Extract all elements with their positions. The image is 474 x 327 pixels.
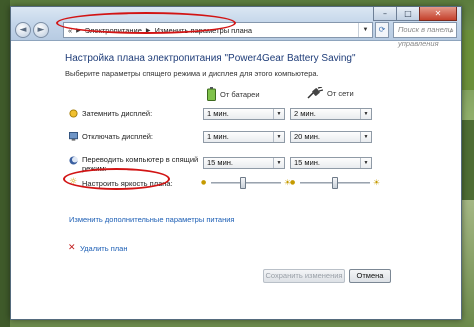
column-header-plugged: От сети	[307, 87, 354, 99]
select-value: 20 мин.	[294, 132, 320, 141]
close-button[interactable]: ✕	[419, 7, 457, 21]
column-header-battery: От батареи	[207, 87, 260, 101]
address-dropdown-icon[interactable]: ▼	[358, 23, 372, 37]
back-button[interactable]: ◄	[15, 22, 31, 38]
refresh-icon[interactable]: ⟳	[375, 22, 389, 38]
page-title: Настройка плана электропитания "Power4Ge…	[65, 53, 356, 64]
select-value: 15 мин.	[294, 158, 320, 167]
dim-plugged-select[interactable]: 2 мин. ▼	[290, 108, 372, 120]
chevron-down-icon: ▼	[360, 109, 371, 119]
brightness-battery-slider[interactable]: ● ☀	[201, 176, 291, 190]
chevron-down-icon: ▼	[360, 158, 371, 168]
dim-battery-select[interactable]: 1 мин. ▼	[203, 108, 285, 120]
breadcrumb-root-icon[interactable]: «	[68, 26, 72, 35]
sleep-plugged-select[interactable]: 15 мин. ▼	[290, 157, 372, 169]
desktop-block	[462, 30, 474, 90]
select-value: 1 мин.	[207, 132, 229, 141]
display-off-plugged-select[interactable]: 20 мин. ▼	[290, 131, 372, 143]
chevron-down-icon: ▼	[273, 109, 284, 119]
brightness-plugged-slider[interactable]: ● ☀	[290, 176, 380, 190]
setting-label: Переводить компьютер в спящий режим:	[82, 155, 199, 173]
advanced-settings-link[interactable]: Изменить дополнительные параметры питани…	[69, 215, 234, 224]
delete-plan-link[interactable]: Удалить план	[80, 244, 127, 253]
setting-label: Настроить яркость плана:	[82, 179, 173, 188]
slider-thumb[interactable]	[332, 177, 338, 189]
sleep-moon-icon	[69, 156, 78, 165]
brightness-sun-icon: ☼	[69, 177, 78, 187]
column-label-battery: От батареи	[220, 89, 260, 99]
monitor-icon	[69, 132, 78, 141]
power-plug-icon	[307, 87, 323, 99]
breadcrumb-item-edit-plan[interactable]: Изменить параметры плана	[155, 26, 253, 35]
select-value: 1 мин.	[207, 109, 229, 118]
minimize-button[interactable]: –	[373, 7, 397, 21]
control-panel-window: – □ ✕ ◄ ► « ▶ Электропитание ▶ Изменить …	[10, 6, 462, 320]
slider-thumb[interactable]	[239, 177, 246, 189]
battery-icon	[207, 87, 216, 101]
chevron-down-icon: ▼	[273, 158, 284, 168]
display-off-battery-select[interactable]: 1 мин. ▼	[203, 131, 285, 143]
chevron-down-icon: ▼	[360, 132, 371, 142]
breadcrumb-separator-icon: ▶	[76, 27, 81, 34]
desktop-edge-left	[0, 0, 10, 327]
caption-buttons: – □ ✕	[373, 7, 457, 21]
search-icon[interactable]: ⌕	[450, 24, 454, 38]
breadcrumb-item-power[interactable]: Электропитание	[85, 26, 142, 35]
setting-label: Отключать дисплей:	[82, 132, 154, 141]
slider-track	[211, 182, 281, 184]
search-input[interactable]: Поиск в панели управления ⌕	[393, 22, 457, 48]
sun-large-icon: ☀	[372, 178, 380, 187]
select-value: 2 мин.	[294, 109, 316, 118]
main-content: Настройка плана электропитания "Power4Ge…	[11, 42, 461, 319]
sun-small-icon: ●	[290, 179, 296, 186]
delete-x-icon: ✕	[68, 243, 76, 253]
desktop-block	[462, 120, 474, 200]
title-bar: – □ ✕ ◄ ► « ▶ Электропитание ▶ Изменить …	[11, 7, 461, 48]
sleep-battery-select[interactable]: 15 мин. ▼	[203, 157, 285, 169]
column-label-plugged: От сети	[327, 88, 354, 98]
dim-display-icon	[69, 109, 78, 118]
navigation-row: ◄ ► « ▶ Электропитание ▶ Изменить параме…	[15, 21, 457, 48]
breadcrumb-separator-icon: ▶	[145, 27, 151, 34]
address-bar[interactable]: « ▶ Электропитание ▶ Изменить параметры …	[63, 22, 373, 38]
save-changes-button[interactable]: Сохранить изменения	[263, 269, 345, 283]
maximize-button[interactable]: □	[396, 7, 420, 21]
cancel-button[interactable]: Отмена	[349, 269, 391, 283]
forward-button[interactable]: ►	[33, 22, 49, 38]
setting-label: Затемнить дисплей:	[82, 109, 153, 118]
page-subtitle: Выберите параметры спящего режима и дисп…	[65, 69, 319, 78]
chevron-down-icon: ▼	[273, 132, 284, 142]
sun-small-icon: ●	[201, 179, 207, 186]
select-value: 15 мин.	[207, 158, 233, 167]
